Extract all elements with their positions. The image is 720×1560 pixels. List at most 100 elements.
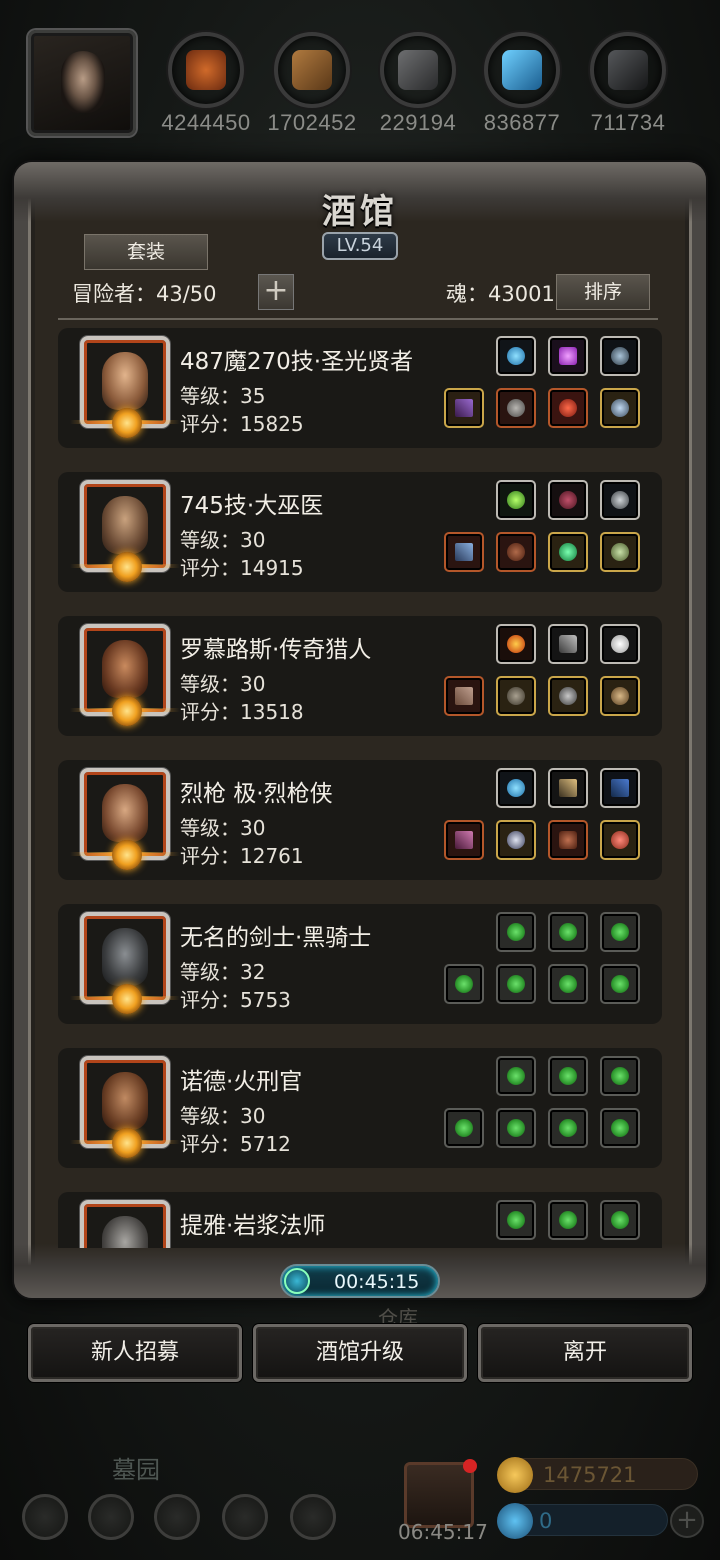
resource-value: 836877 xyxy=(483,110,561,135)
equip-slot[interactable] xyxy=(600,676,640,716)
hero-card[interactable]: 诺德·火刑官 等级：30 评分：5712 xyxy=(58,1048,662,1168)
emblem-icon xyxy=(611,491,629,509)
resource-value: 4244450 xyxy=(161,110,251,135)
hero-level: 等级：30 xyxy=(180,528,266,552)
equip-slot[interactable] xyxy=(444,388,484,428)
equip-slot[interactable] xyxy=(496,676,536,716)
equip-slot[interactable] xyxy=(548,624,588,664)
equip-slot[interactable] xyxy=(548,768,588,808)
equip-slot[interactable] xyxy=(600,624,640,664)
coat-icon xyxy=(507,687,525,705)
equip-slot[interactable] xyxy=(600,768,640,808)
hero-card[interactable]: 提雅·岩浆法师 xyxy=(58,1192,662,1248)
empty-slot[interactable] xyxy=(444,1108,484,1148)
equip-slot[interactable] xyxy=(600,336,640,376)
empty-slot[interactable] xyxy=(496,1200,536,1240)
equip-slot[interactable] xyxy=(496,820,536,860)
hero-card[interactable]: 罗慕路斯·传奇猎人 等级：30 评分：13518 xyxy=(58,616,662,736)
hero-card[interactable]: 无名的剑士·黑骑士 等级：32 评分：5753 xyxy=(58,904,662,1024)
hero-name: 745技·大巫医 xyxy=(180,493,324,519)
map-icon[interactable] xyxy=(154,1494,200,1540)
settings-icon[interactable] xyxy=(22,1494,68,1540)
hat-icon xyxy=(559,491,577,509)
empty-slot[interactable] xyxy=(496,1056,536,1096)
add-equip-icon xyxy=(507,975,525,993)
equip-slot[interactable] xyxy=(496,480,536,520)
add-slot-button[interactable]: + xyxy=(258,274,294,310)
hero-list[interactable]: 487魔270技·圣光贤者 等级：35 评分：15825 745技·大巫医 等级… xyxy=(58,328,662,1248)
meat-icon xyxy=(168,32,244,108)
equip-slot[interactable] xyxy=(496,532,536,572)
empty-slot[interactable] xyxy=(496,1108,536,1148)
empty-slot[interactable] xyxy=(444,964,484,1004)
gift-box-icon[interactable] xyxy=(404,1459,477,1528)
empty-slot[interactable] xyxy=(600,1108,640,1148)
add-gems-button[interactable]: + xyxy=(670,1504,704,1538)
leave-button[interactable]: 离开 xyxy=(478,1324,692,1382)
equip-slot[interactable] xyxy=(548,480,588,520)
empty-slot[interactable] xyxy=(600,912,640,952)
empty-slot[interactable] xyxy=(548,1056,588,1096)
equip-slot[interactable] xyxy=(548,388,588,428)
star-badge-icon xyxy=(112,552,142,582)
equip-slot[interactable] xyxy=(496,768,536,808)
resource-crystal[interactable]: 836877 xyxy=(470,32,574,136)
equip-slot[interactable] xyxy=(548,336,588,376)
hero-name: 罗慕路斯·传奇猎人 xyxy=(180,637,372,663)
sort-button[interactable]: 排序 xyxy=(556,274,650,310)
equip-slot[interactable] xyxy=(548,532,588,572)
hero-avatar[interactable] xyxy=(80,1200,170,1248)
empty-slot[interactable] xyxy=(548,964,588,1004)
equip-slot[interactable] xyxy=(444,676,484,716)
star-badge-icon xyxy=(112,984,142,1014)
empty-slot[interactable] xyxy=(496,964,536,1004)
empty-slot[interactable] xyxy=(548,1200,588,1240)
equip-slot[interactable] xyxy=(548,820,588,860)
equip-slot[interactable] xyxy=(600,480,640,520)
hero-portrait xyxy=(102,1072,148,1130)
tools-icon[interactable] xyxy=(290,1494,336,1540)
panel-title: 酒馆 xyxy=(322,192,398,232)
resource-wood[interactable]: 1702452 xyxy=(260,32,364,136)
equip-slot[interactable] xyxy=(600,388,640,428)
add-equip-icon xyxy=(559,1067,577,1085)
equip-slot[interactable] xyxy=(496,388,536,428)
empty-slot[interactable] xyxy=(600,964,640,1004)
robe-icon xyxy=(507,543,525,561)
fire-orb-icon xyxy=(507,635,525,653)
achievement-icon[interactable] xyxy=(88,1494,134,1540)
hero-card[interactable]: 745技·大巫医 等级：30 评分：14915 xyxy=(58,472,662,592)
add-equip-icon xyxy=(455,1119,473,1137)
equip-slot[interactable] xyxy=(444,820,484,860)
suit-button[interactable]: 套装 xyxy=(84,234,208,270)
star-badge-icon xyxy=(112,408,142,438)
resource-iron[interactable]: 229194 xyxy=(366,32,470,136)
empty-slot[interactable] xyxy=(548,1108,588,1148)
player-avatar[interactable] xyxy=(28,30,136,136)
empty-slot[interactable] xyxy=(496,912,536,952)
hero-card[interactable]: 烈枪 极·烈枪侠 等级：30 评分：12761 xyxy=(58,760,662,880)
equip-slot[interactable] xyxy=(496,624,536,664)
hero-portrait xyxy=(102,1216,148,1248)
mask-icon xyxy=(559,687,577,705)
equip-slot[interactable] xyxy=(600,820,640,860)
mail-icon[interactable] xyxy=(222,1494,268,1540)
spear-icon xyxy=(559,779,577,797)
recruit-button[interactable]: 新人招募 xyxy=(28,1324,242,1382)
tavern-upgrade-button[interactable]: 酒馆升级 xyxy=(253,1324,467,1382)
resource-meat[interactable]: 4244450 xyxy=(154,32,258,136)
gold-coin-icon xyxy=(497,1457,533,1493)
empty-slot[interactable] xyxy=(548,912,588,952)
empty-slot[interactable] xyxy=(600,1200,640,1240)
hero-portrait xyxy=(102,640,148,698)
amulet-icon xyxy=(611,347,629,365)
equip-slot[interactable] xyxy=(444,532,484,572)
empty-slot[interactable] xyxy=(600,1056,640,1096)
hero-card[interactable]: 487魔270技·圣光贤者 等级：35 评分：15825 xyxy=(58,328,662,448)
equip-slot[interactable] xyxy=(496,336,536,376)
equip-slot[interactable] xyxy=(600,532,640,572)
equip-slot[interactable] xyxy=(548,676,588,716)
hero-score: 评分：15825 xyxy=(180,412,304,436)
resource-coal[interactable]: 711734 xyxy=(576,32,680,136)
crystal-icon xyxy=(484,32,560,108)
